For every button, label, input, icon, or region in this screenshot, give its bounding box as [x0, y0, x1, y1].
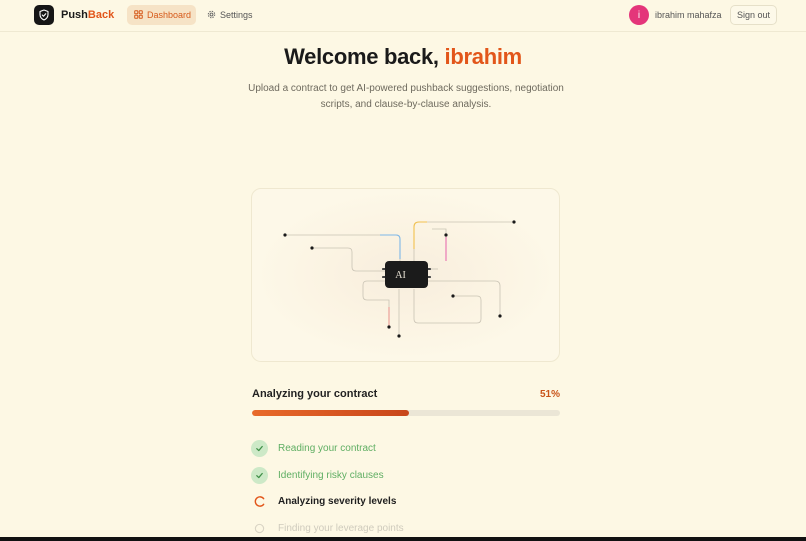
- page-subtitle: Upload a contract to get AI-powered push…: [248, 83, 564, 110]
- tab-settings[interactable]: Settings: [200, 5, 258, 25]
- step-label: Reading your contract: [278, 443, 376, 454]
- step-label: Analyzing severity levels: [278, 496, 397, 507]
- ai-chip: [385, 261, 428, 288]
- user-name: ibrahim mahafza: [655, 10, 722, 20]
- tab-settings-label: Settings: [220, 10, 253, 20]
- step-analyzing-severity: Analyzing severity levels: [251, 493, 396, 510]
- progress-label: Analyzing your contract: [252, 388, 378, 400]
- step-identifying-clauses: Identifying risky clauses: [251, 467, 384, 484]
- window-bottom-edge: [0, 537, 806, 541]
- step-reading-contract: Reading your contract: [251, 440, 376, 457]
- tab-dashboard-label: Dashboard: [147, 10, 192, 20]
- grid-icon: [134, 9, 143, 21]
- avatar[interactable]: i: [629, 5, 649, 25]
- circuit-graphic: AI: [283, 220, 516, 338]
- step-finding-leverage: Finding your leverage points: [251, 520, 404, 537]
- loading-spinner-icon: [251, 493, 268, 510]
- top-nav: PushBack Dashboard Settings i ibrahim ma…: [0, 0, 806, 32]
- chip-label: AI: [395, 270, 406, 281]
- page-title: Welcome back, ibrahim: [0, 44, 806, 70]
- check-icon: [251, 467, 268, 484]
- pending-circle-icon: [251, 520, 268, 537]
- tab-dashboard[interactable]: Dashboard: [127, 5, 196, 25]
- step-label: Finding your leverage points: [278, 523, 404, 534]
- shield-logo-icon[interactable]: [34, 5, 54, 25]
- title-user-name: ibrahim: [444, 44, 523, 69]
- step-label: Identifying risky clauses: [278, 470, 384, 481]
- progress-percent: 51%: [539, 389, 560, 400]
- progress-bar-fill: [252, 410, 410, 416]
- progress-bar: [252, 410, 560, 416]
- sign-out-button[interactable]: Sign out: [730, 5, 777, 25]
- brand-name[interactable]: PushBack: [61, 9, 114, 21]
- title-prefix: Welcome back,: [284, 44, 439, 69]
- gear-icon: [207, 10, 216, 21]
- check-icon: [251, 440, 268, 457]
- ai-circuit-illustration: AI: [251, 188, 560, 362]
- brand-accent: Back: [87, 9, 115, 21]
- brand-main: Push: [61, 9, 88, 21]
